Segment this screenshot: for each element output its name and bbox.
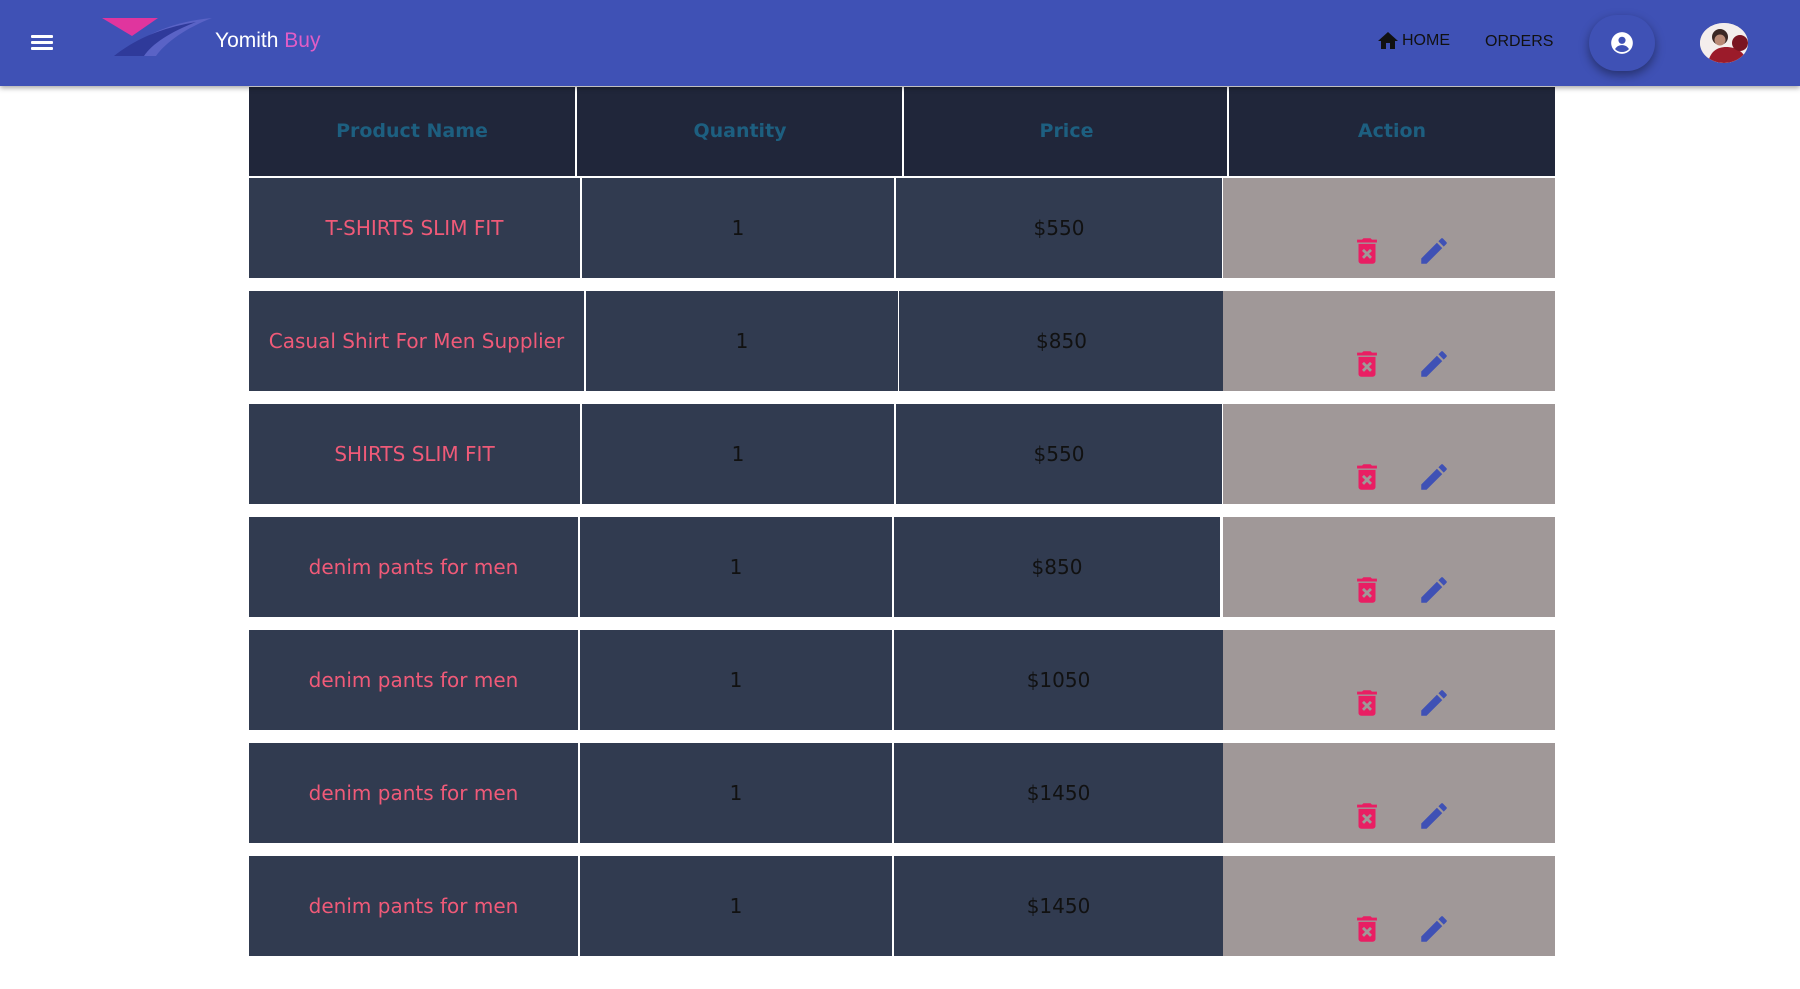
quantity-cell: 1 (580, 743, 892, 843)
column-header-quantity: Quantity (575, 87, 903, 176)
nav-orders-link[interactable]: ORDERS (1485, 33, 1553, 51)
delete-button[interactable] (1350, 324, 1384, 377)
logo-icon (102, 18, 212, 56)
column-header-price: Price (902, 87, 1229, 176)
action-cell (1223, 856, 1555, 956)
action-cell (1223, 743, 1555, 843)
action-cell (1223, 178, 1555, 278)
price-cell: $1450 (894, 856, 1223, 956)
avatar-image (1700, 23, 1748, 63)
edit-button[interactable] (1417, 437, 1451, 490)
account-circle-icon (1611, 32, 1633, 54)
pencil-edit-icon (1421, 690, 1447, 716)
price-cell: $550 (896, 404, 1222, 504)
quantity-cell: 1 (580, 630, 892, 730)
brand-name[interactable]: Yomith Buy (215, 29, 320, 53)
action-cell (1223, 517, 1555, 617)
quantity-cell: 1 (580, 517, 892, 617)
brand-main: Yomith (215, 29, 279, 52)
delete-forever-icon (1357, 577, 1377, 603)
delete-button[interactable] (1350, 663, 1384, 716)
home-icon (1378, 32, 1398, 49)
edit-button[interactable] (1417, 889, 1451, 942)
quantity-cell: 1 (582, 178, 894, 278)
table-row: SHIRTS SLIM FIT 1 $550 (249, 404, 1555, 504)
table-row: denim pants for men 1 $1450 (249, 856, 1555, 956)
edit-button[interactable] (1417, 776, 1451, 829)
delete-forever-icon (1357, 238, 1377, 264)
action-cell (1223, 291, 1555, 391)
pencil-edit-icon (1421, 238, 1447, 264)
quantity-cell: 1 (586, 291, 898, 391)
pencil-edit-icon (1421, 577, 1447, 603)
quantity-cell: 1 (582, 404, 894, 504)
delete-forever-icon (1357, 690, 1377, 716)
pencil-edit-icon (1421, 351, 1447, 377)
pencil-edit-icon (1421, 464, 1447, 490)
delete-forever-icon (1357, 803, 1377, 829)
product-name-cell: T-SHIRTS SLIM FIT (249, 178, 580, 278)
edit-button[interactable] (1417, 663, 1451, 716)
delete-button[interactable] (1350, 776, 1384, 829)
table-header: Product Name Quantity Price Action (249, 87, 1555, 176)
column-header-action: Action (1227, 87, 1555, 176)
delete-button[interactable] (1350, 889, 1384, 942)
action-cell (1223, 404, 1555, 504)
edit-button[interactable] (1417, 550, 1451, 603)
brand-accent: Buy (284, 29, 321, 52)
nav-home-link[interactable]: HOME (1376, 29, 1450, 53)
table-row: denim pants for men 1 $850 (249, 517, 1555, 617)
delete-button[interactable] (1350, 211, 1384, 264)
price-cell: $1450 (894, 743, 1223, 843)
delete-forever-icon (1357, 464, 1377, 490)
pencil-edit-icon (1421, 803, 1447, 829)
product-name-cell: SHIRTS SLIM FIT (249, 404, 580, 504)
table-row: Casual Shirt For Men Supplier 1 $850 (249, 291, 1555, 391)
price-cell: $850 (899, 291, 1224, 391)
delete-forever-icon (1357, 916, 1377, 942)
product-name-cell: Casual Shirt For Men Supplier (249, 291, 584, 391)
product-name-cell: denim pants for men (249, 517, 578, 617)
price-cell: $850 (894, 517, 1220, 617)
edit-button[interactable] (1417, 211, 1451, 264)
cart-table: Product Name Quantity Price Action T-SHI… (249, 87, 1555, 956)
table-row: T-SHIRTS SLIM FIT 1 $550 (249, 178, 1555, 278)
price-cell: $550 (896, 178, 1222, 278)
delete-button[interactable] (1350, 550, 1384, 603)
column-header-product-name: Product Name (336, 120, 488, 142)
table-row: denim pants for men 1 $1050 (249, 630, 1555, 730)
product-name-cell: denim pants for men (249, 630, 578, 730)
product-name-cell: denim pants for men (249, 856, 578, 956)
quantity-cell: 1 (580, 856, 892, 956)
avatar[interactable] (1700, 23, 1748, 63)
table-row: denim pants for men 1 $1450 (249, 743, 1555, 843)
action-cell (1223, 630, 1555, 730)
app-bar: Yomith Buy HOME ORDERS (0, 0, 1800, 86)
delete-button[interactable] (1350, 437, 1384, 490)
account-button[interactable] (1589, 15, 1655, 71)
pencil-edit-icon (1421, 916, 1447, 942)
edit-button[interactable] (1417, 324, 1451, 377)
product-name-cell: denim pants for men (249, 743, 578, 843)
price-cell: $1050 (894, 630, 1223, 730)
delete-forever-icon (1357, 351, 1377, 377)
hamburger-menu-icon[interactable] (26, 30, 60, 56)
nav-home-label: HOME (1402, 32, 1450, 49)
